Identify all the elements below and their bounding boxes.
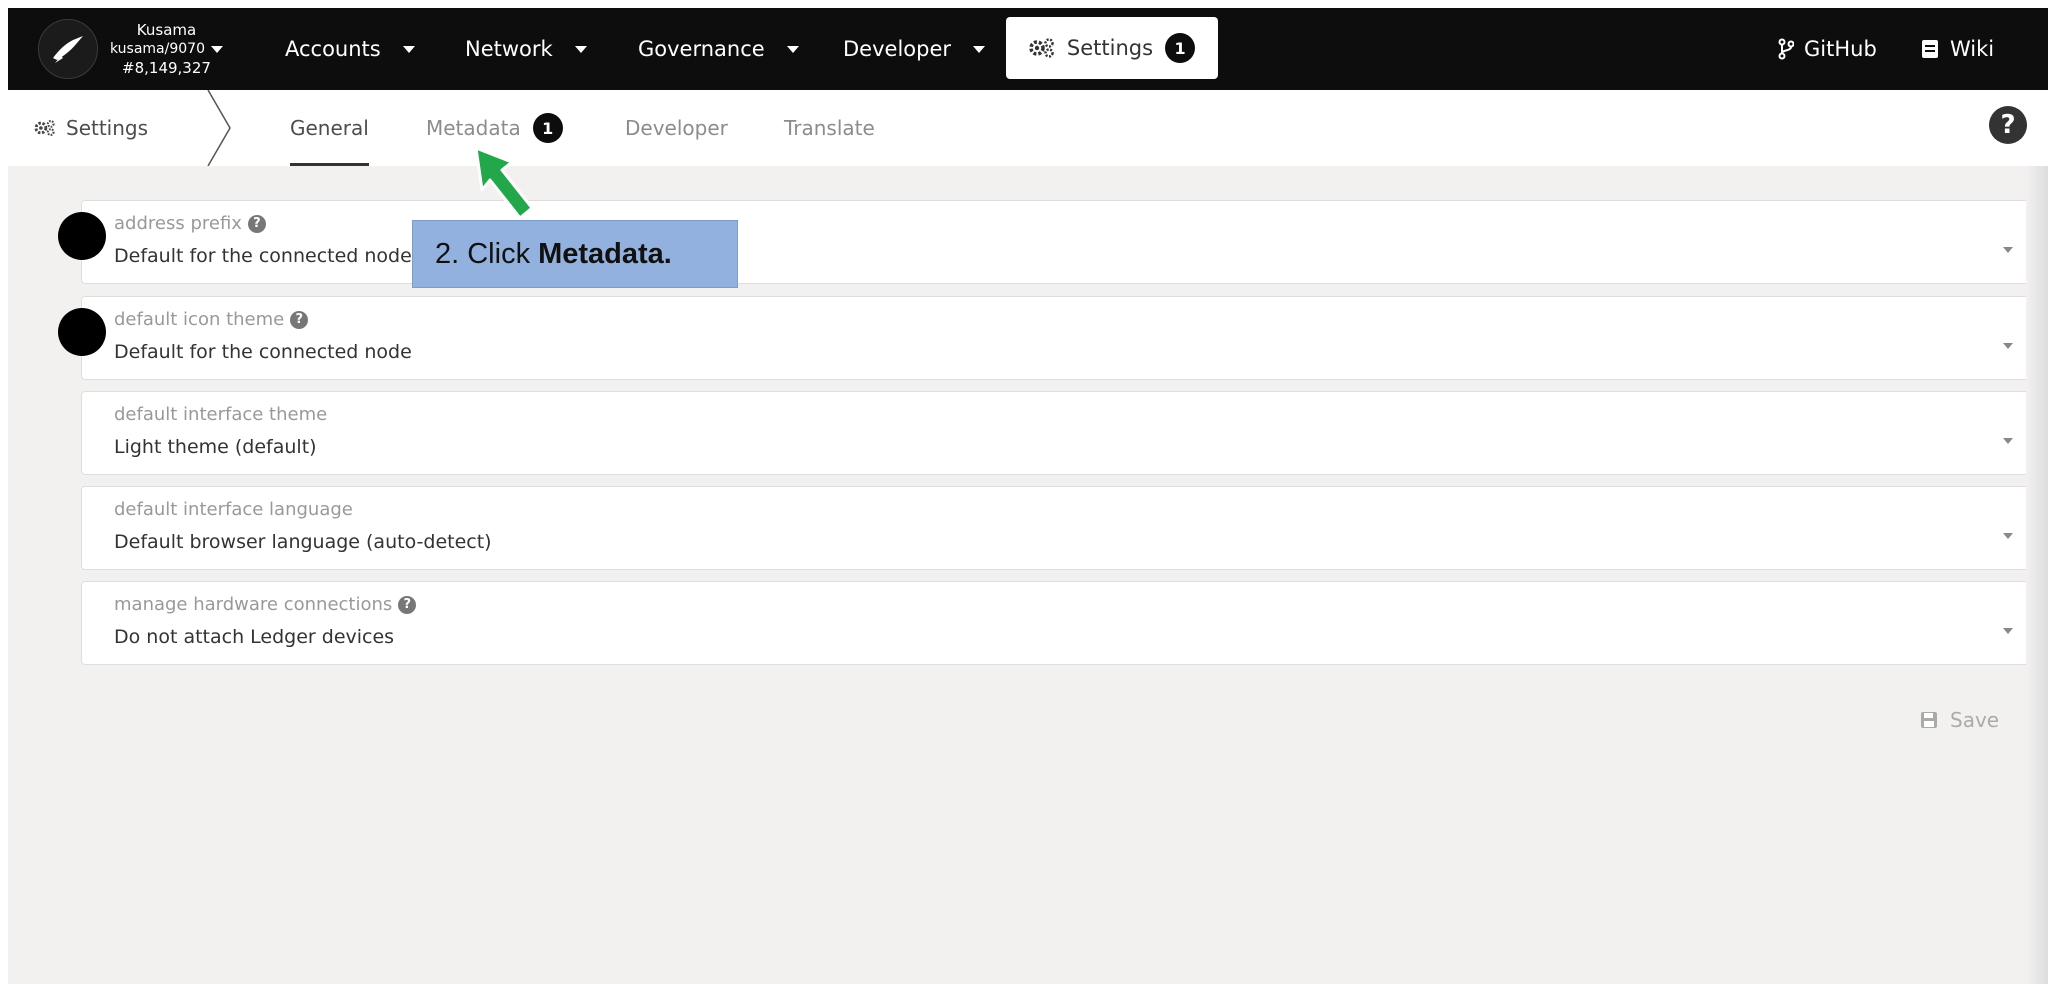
chevron-down-icon bbox=[973, 45, 986, 53]
help-icon[interactable]: ? bbox=[1989, 106, 2027, 144]
nav-settings[interactable]: Settings 1 bbox=[1006, 17, 1218, 79]
setting-label: default interface language bbox=[114, 499, 353, 520]
chain-selector[interactable]: Kusama kusama/9070 #8,149,327 bbox=[38, 16, 223, 82]
chevron-down-icon bbox=[2003, 628, 2013, 634]
settings-badge: 1 bbox=[1165, 33, 1196, 63]
icon-theme-value: Default for the connected node bbox=[114, 341, 412, 363]
github-link[interactable]: GitHub bbox=[1778, 8, 1877, 90]
tab-translate-label: Translate bbox=[784, 116, 875, 140]
setting-icon-theme[interactable]: default icon theme ? Default for the con… bbox=[81, 296, 2032, 380]
setting-hardware-connections[interactable]: manage hardware connections ? Do not att… bbox=[81, 581, 2032, 665]
top-bar: Kusama kusama/9070 #8,149,327 Accounts N… bbox=[8, 8, 2048, 90]
tab-developer-label: Developer bbox=[625, 116, 728, 140]
tab-metadata-label: Metadata bbox=[426, 116, 521, 140]
instruction-prefix: 2. Click bbox=[435, 237, 531, 270]
nav-governance[interactable]: Governance bbox=[638, 8, 799, 90]
chevron-down-icon bbox=[211, 45, 223, 53]
chain-info: Kusama kusama/9070 #8,149,327 bbox=[110, 21, 223, 78]
breadcrumb-label: Settings bbox=[66, 116, 149, 140]
help-icon[interactable]: ? bbox=[398, 595, 417, 614]
icon-theme-label: default icon theme bbox=[114, 309, 285, 330]
chain-block: #8,149,327 bbox=[122, 58, 211, 77]
scrollbar[interactable] bbox=[2026, 166, 2048, 984]
save-button[interactable]: Save bbox=[1920, 708, 1999, 732]
redaction-dot bbox=[58, 212, 106, 260]
chevron-down-icon bbox=[402, 45, 415, 53]
app-frame: Kusama kusama/9070 #8,149,327 Accounts N… bbox=[8, 8, 2048, 984]
chevron-down-icon bbox=[786, 45, 799, 53]
interface-language-label: default interface language bbox=[114, 499, 353, 520]
wiki-label: Wiki bbox=[1950, 37, 1995, 61]
nav-developer[interactable]: Developer bbox=[843, 8, 986, 90]
instruction-callout: 2. Click Metadata. bbox=[412, 220, 738, 288]
help-icon[interactable]: ? bbox=[290, 310, 309, 329]
floppy-disk-icon bbox=[1921, 712, 1937, 728]
github-label: GitHub bbox=[1804, 37, 1877, 61]
chevron-down-icon bbox=[2003, 247, 2013, 253]
nav-governance-label: Governance bbox=[638, 37, 765, 61]
interface-theme-label: default interface theme bbox=[114, 404, 328, 425]
save-label: Save bbox=[1950, 708, 2000, 732]
setting-interface-theme[interactable]: default interface theme Light theme (def… bbox=[81, 391, 2032, 475]
setting-address-prefix[interactable]: address prefix ? Default for the connect… bbox=[81, 200, 2032, 284]
chevron-down-icon bbox=[2003, 438, 2013, 444]
chevron-down-icon bbox=[2003, 533, 2013, 539]
book-icon bbox=[1922, 40, 1938, 58]
nav-network[interactable]: Network bbox=[465, 8, 587, 90]
setting-label: default interface theme bbox=[114, 404, 327, 425]
setting-label: manage hardware connections ? bbox=[114, 594, 417, 615]
address-prefix-value: Default for the connected node bbox=[114, 245, 412, 267]
gears-icon bbox=[34, 120, 55, 136]
tab-developer[interactable]: Developer bbox=[625, 90, 728, 166]
hardware-connections-label: manage hardware connections bbox=[114, 594, 393, 615]
nav-accounts[interactable]: Accounts bbox=[285, 8, 415, 90]
setting-label: address prefix ? bbox=[114, 213, 266, 234]
gears-icon bbox=[1029, 38, 1054, 58]
setting-label: default icon theme ? bbox=[114, 309, 309, 330]
tab-general-label: General bbox=[290, 116, 369, 140]
interface-theme-value: Light theme (default) bbox=[114, 436, 317, 458]
chevron-down-icon bbox=[2003, 343, 2013, 349]
chevron-down-icon bbox=[574, 45, 587, 53]
tab-general[interactable]: General bbox=[290, 90, 369, 166]
chain-node: kusama/9070 bbox=[110, 40, 205, 57]
sub-nav: Settings General Metadata 1 Developer Tr… bbox=[8, 90, 2048, 166]
nav-network-label: Network bbox=[465, 37, 553, 61]
kusama-logo-icon bbox=[38, 19, 98, 79]
nav-settings-label: Settings bbox=[1066, 36, 1154, 60]
pointer-arrow-icon bbox=[474, 146, 534, 220]
code-branch-icon bbox=[1778, 38, 1794, 60]
hardware-connections-value: Do not attach Ledger devices bbox=[114, 626, 395, 648]
address-prefix-label: address prefix bbox=[114, 213, 242, 234]
metadata-badge: 1 bbox=[532, 113, 563, 143]
wiki-link[interactable]: Wiki bbox=[1920, 8, 1994, 90]
chain-name: Kusama bbox=[136, 20, 197, 39]
help-icon[interactable]: ? bbox=[247, 214, 266, 233]
nav-developer-label: Developer bbox=[843, 37, 952, 61]
setting-interface-language[interactable]: default interface language Default brows… bbox=[81, 486, 2032, 570]
breadcrumb-separator bbox=[207, 90, 231, 166]
tab-translate[interactable]: Translate bbox=[784, 90, 875, 166]
breadcrumb-settings: Settings bbox=[34, 90, 148, 166]
nav-accounts-label: Accounts bbox=[285, 37, 381, 61]
instruction-target: Metadata. bbox=[538, 237, 672, 270]
interface-language-value: Default browser language (auto-detect) bbox=[114, 531, 492, 553]
redaction-dot bbox=[58, 308, 106, 356]
